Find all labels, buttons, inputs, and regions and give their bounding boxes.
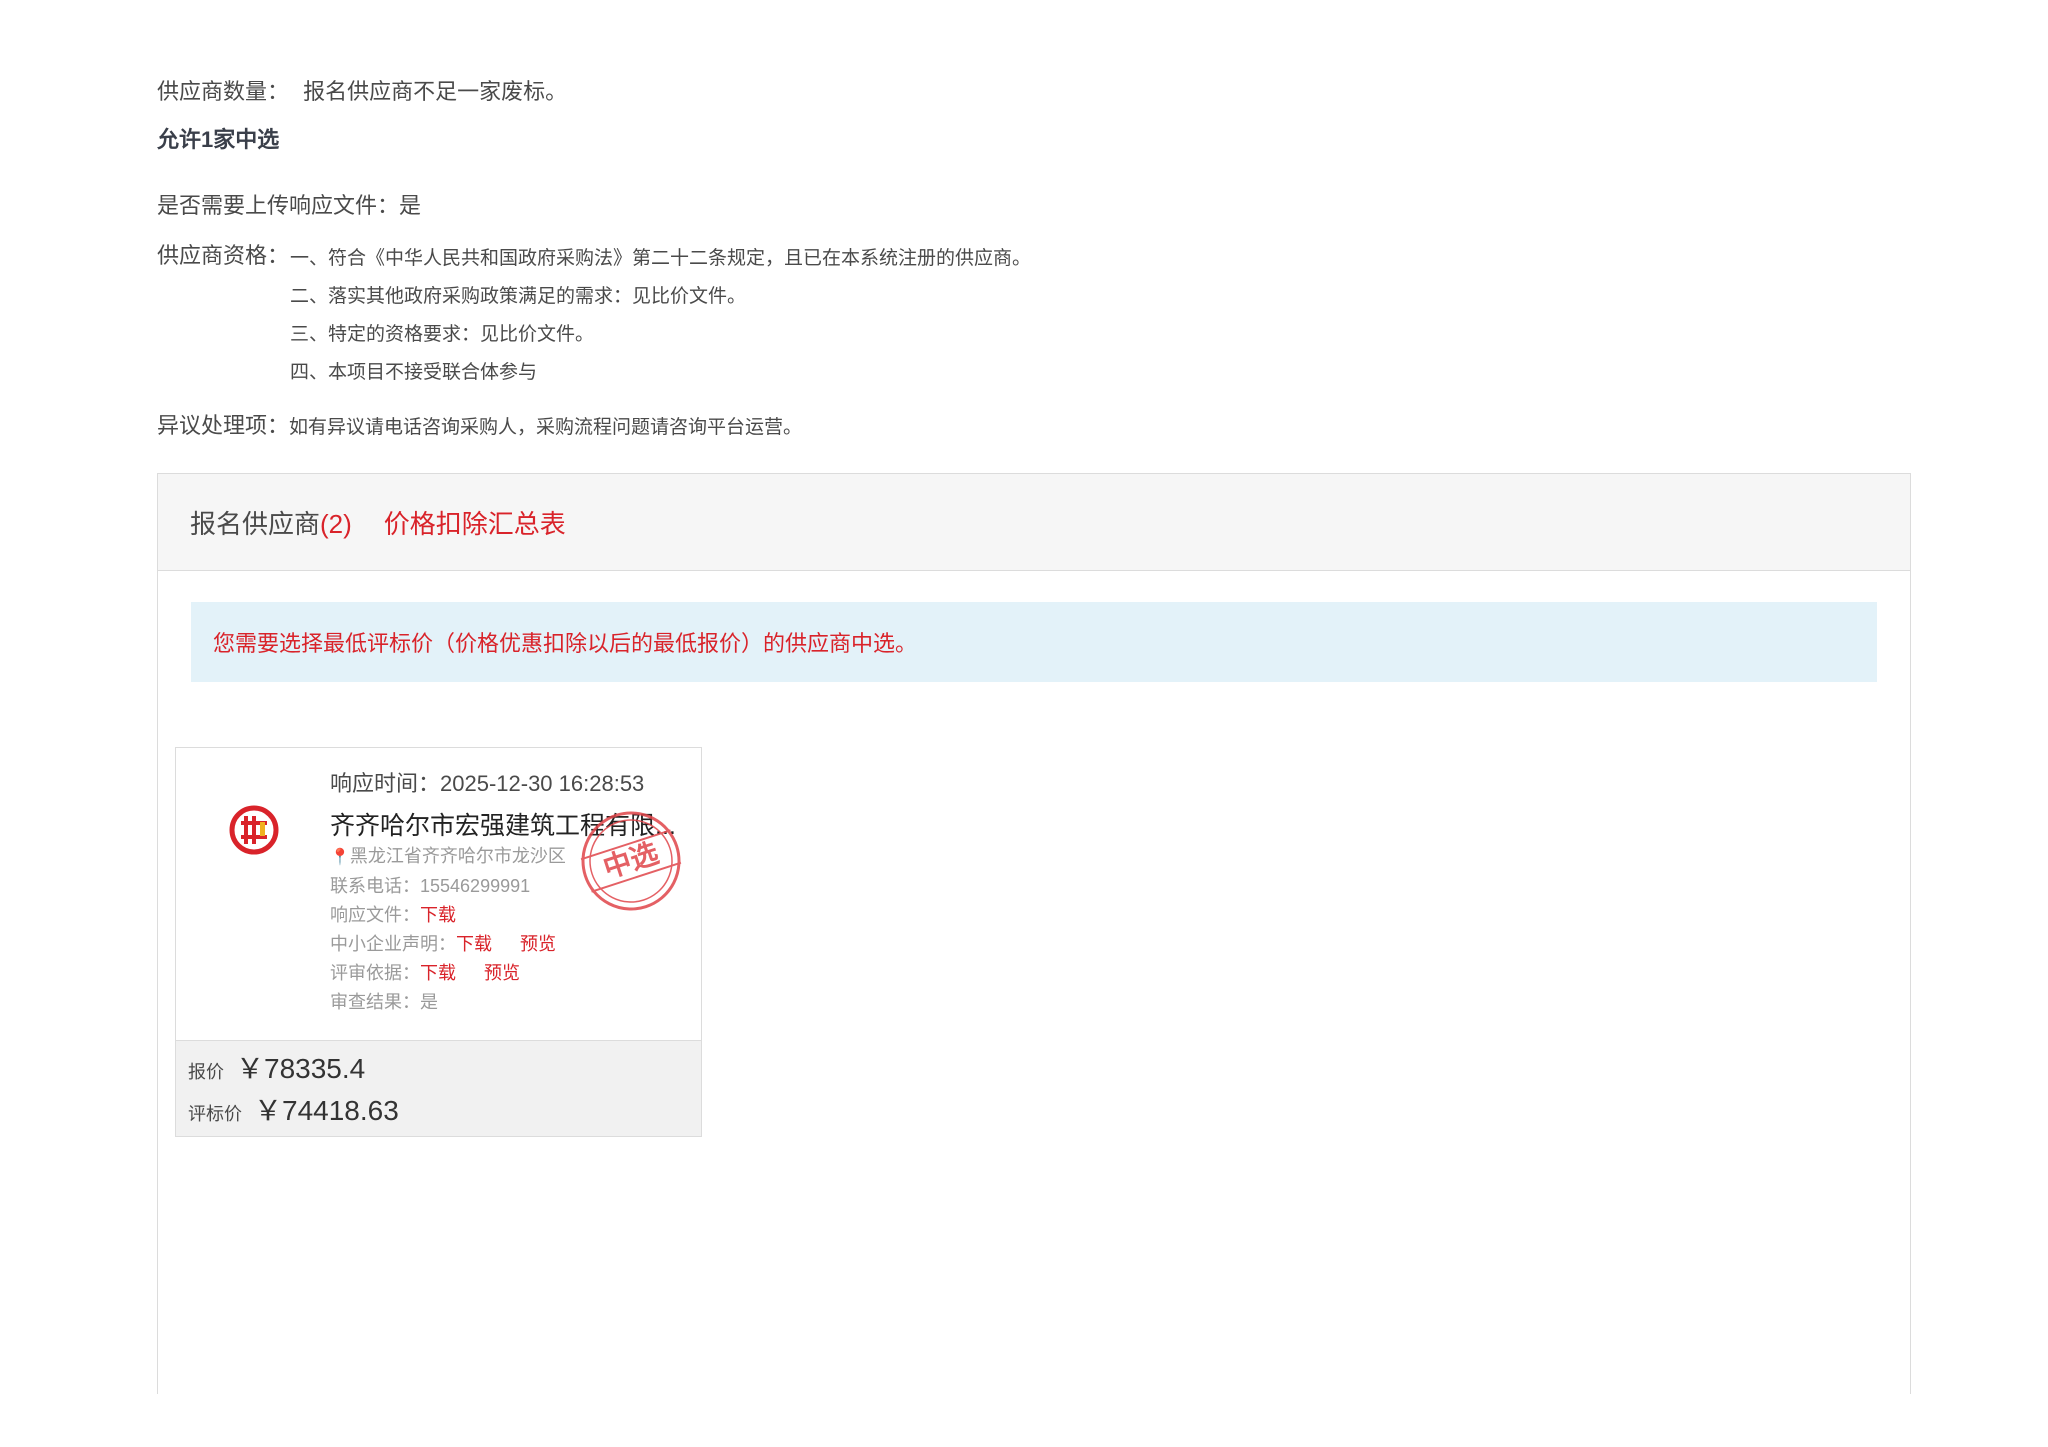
price-footer: 报价 ￥78335.4 评标价 ￥74418.63 [176,1040,701,1136]
supplier-card[interactable]: 响应时间：2025-12-30 16:28:53 齐齐哈尔市宏强建筑工程有限..… [175,747,702,1137]
quote-row: 报价 ￥78335.4 [188,1047,701,1089]
sme-label: 中小企业声明： [330,934,456,954]
review-basis-label: 评审依据： [330,963,420,983]
sme-preview-link[interactable]: 预览 [520,934,556,954]
quote-value: ￥78335.4 [236,1053,366,1084]
supplier-count-label: 供应商数量： [157,79,290,104]
phone: 联系电话：15546299991 [330,876,531,896]
qualification-item: 一、符合《中华人民共和国政府采购法》第二十二条规定，且已在本系统注册的供应商。 [290,248,1032,269]
company-logo-icon [229,805,279,855]
eval-price-label: 评标价 [188,1104,242,1124]
tab-price-deduction-table[interactable]: 价格扣除汇总表 [384,504,566,541]
objection-value: 如有异议请电话咨询采购人，采购流程问题请咨询平台运营。 [289,417,803,438]
supplier-count-row: 供应商数量： 报名供应商不足一家废标。 [157,74,567,106]
supplier-info: 响应时间：2025-12-30 16:28:53 齐齐哈尔市宏强建筑工程有限..… [330,766,690,1017]
tab-suppliers-label: 报名供应商 [190,508,321,539]
response-file-row: 响应文件：下载 [330,901,690,930]
tab-registered-suppliers[interactable]: 报名供应商(2) [190,504,352,541]
address: 黑龙江省齐齐哈尔市龙沙区 [349,846,566,866]
quote-label: 报价 [188,1062,224,1082]
upload-required-text: 是否需要上传响应文件：是 [157,193,422,218]
qualification-item: 三、特定的资格要求：见比价文件。 [290,324,595,345]
qualification-item: 四、本项目不接受联合体参与 [290,362,538,383]
panel-tabs: 报名供应商(2) 价格扣除汇总表 [158,474,1910,571]
response-file-label: 响应文件： [330,905,420,925]
sme-download-link[interactable]: 下载 [456,934,492,954]
allow-winners-text: 允许1家中选 [157,127,280,152]
objection-row: 异议处理项：如有异议请电话咨询采购人，采购流程问题请咨询平台运营。 [157,408,802,440]
review-result: 审查结果：是 [330,992,438,1012]
company-name: 齐齐哈尔市宏强建筑工程有限... [330,812,676,840]
review-basis-download-link[interactable]: 下载 [420,963,456,983]
map-pin-icon: 📍 [330,849,350,866]
qualification-item: 二、落实其他政府采购政策满足的需求：见比价文件。 [290,286,747,307]
eval-price-row: 评标价 ￥74418.63 [188,1089,701,1131]
response-file-download-link[interactable]: 下载 [420,905,456,925]
supplier-panel: 报名供应商(2) 价格扣除汇总表 您需要选择最低评标价（价格优惠扣除以后的最低报… [157,473,1911,1394]
eval-price-value: ￥74418.63 [254,1095,399,1126]
review-basis-preview-link[interactable]: 预览 [484,963,520,983]
sme-declaration-row: 中小企业声明：下载 预览 [330,930,690,959]
supplier-count-badge: (2) [320,508,352,539]
response-time: 响应时间：2025-12-30 16:28:53 [330,771,645,796]
review-basis-row: 评审依据：下载 预览 [330,959,690,988]
supplier-count-value: 报名供应商不足一家废标。 [303,79,568,104]
objection-label: 异议处理项： [157,413,290,438]
address-row: 📍黑龙江省齐齐哈尔市龙沙区 [330,842,690,872]
qualification-list: 一、符合《中华人民共和国政府采购法》第二十二条规定，且已在本系统注册的供应商。 … [290,240,1031,392]
qualification-label: 供应商资格： [157,243,290,268]
notice-banner: 您需要选择最低评标价（价格优惠扣除以后的最低报价）的供应商中选。 [191,602,1877,682]
